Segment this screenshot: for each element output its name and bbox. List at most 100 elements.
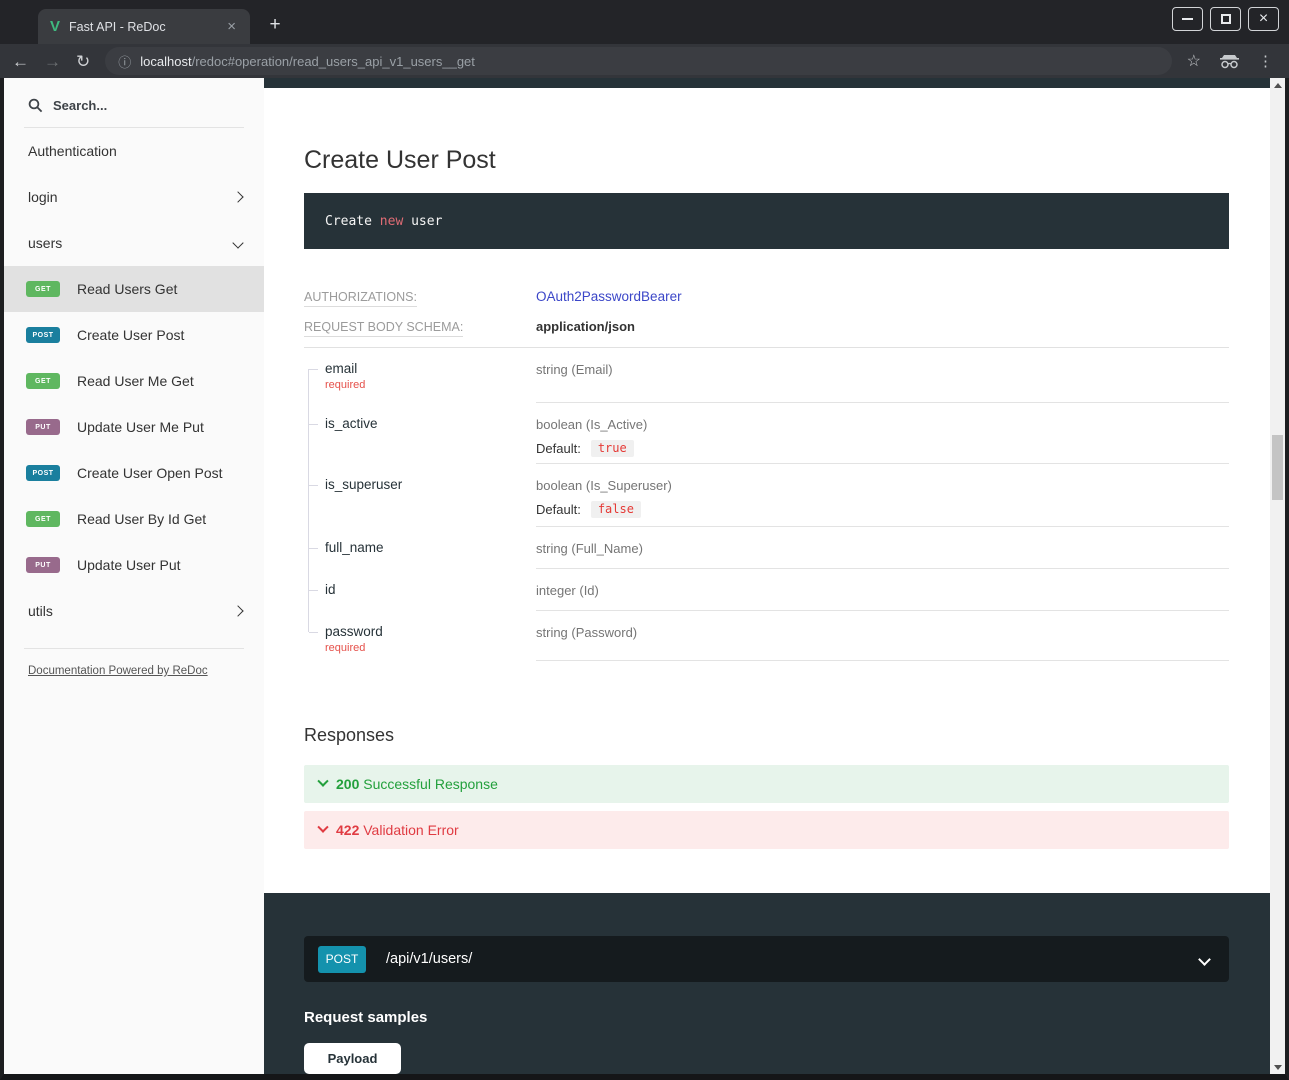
field-name-cell: id [304,569,536,611]
required-flag: required [325,379,536,391]
operation-description-code: Create new user [304,193,1229,249]
search-box[interactable]: Search... [4,78,264,113]
sidebar-op-update-user-me-put[interactable]: PUT Update User Me Put [4,404,264,450]
field-type-cell: string (Password) [536,611,1229,661]
sidebar-op-create-user-post[interactable]: POST Create User Post [4,312,264,358]
chevron-down-icon [232,237,243,248]
oauth2-link[interactable]: OAuth2PasswordBearer [536,289,682,304]
toolbar-right: ☆ ⋮ [1187,51,1277,71]
minimize-button[interactable] [1172,7,1203,31]
page-content: Search... Authentication login users GET… [0,78,1289,1080]
sidebar-item-label: Authentication [28,143,117,159]
previous-section-edge [264,78,1270,88]
search-icon [28,98,43,113]
chevron-right-icon [232,191,243,202]
sidebar-op-label: Update User Put [77,557,181,573]
page-scrollbar[interactable] [1270,78,1285,1074]
authorizations-row: AUTHORIZATIONS: OAuth2PasswordBearer [304,289,1229,304]
sidebar: Search... Authentication login users GET… [4,78,264,1074]
method-badge-post: POST [26,327,60,343]
bookmark-star-icon[interactable]: ☆ [1187,51,1201,71]
sidebar-op-label: Read User Me Get [77,373,194,389]
sidebar-op-label: Create User Open Post [77,465,223,481]
field-default: Default: false [536,501,1229,518]
sidebar-op-label: Update User Me Put [77,419,204,435]
sidebar-item-label: login [28,189,58,205]
sidebar-item-users[interactable]: users [4,220,264,266]
tab-close-icon[interactable]: × [223,17,240,36]
field-type-cell: boolean (Is_Superuser) Default: false [536,464,1229,527]
field-name: is_superuser [325,477,536,492]
browser-window: V Fast API - ReDoc × + × ← → ↻ ⓘ localho… [0,0,1289,1080]
payload-tab[interactable]: Payload [304,1043,401,1074]
maximize-button[interactable] [1210,7,1241,31]
back-icon[interactable]: ← [12,53,29,70]
field-name-cell: full_name [304,527,536,569]
content-type-value: application/json [536,319,635,334]
chevron-down-icon [317,822,328,833]
default-label: Default: [536,441,581,456]
response-422-panel[interactable]: 422 Validation Error [304,811,1229,849]
forward-icon[interactable]: → [44,53,61,70]
sidebar-op-read-user-me-get[interactable]: GET Read User Me Get [4,358,264,404]
schema-field-email: email required string (Email) [304,348,1229,403]
sidebar-item-authentication[interactable]: Authentication [4,128,264,174]
browser-tab[interactable]: V Fast API - ReDoc × [38,9,250,44]
schema-field-id: id integer (Id) [304,569,1229,611]
response-label: Successful Response [363,776,498,792]
response-label: Validation Error [363,822,458,838]
close-button[interactable]: × [1248,7,1279,31]
field-name: full_name [325,540,536,555]
redoc-footer-link[interactable]: Documentation Powered by ReDoc [28,665,264,677]
method-badge-put: PUT [26,419,60,435]
authorizations-label: AUTHORIZATIONS: [304,290,536,304]
sidebar-item-utils[interactable]: utils [4,588,264,634]
response-code: 200 [336,776,359,792]
url-host: localhost [140,54,191,69]
scrollbar-down-arrow[interactable] [1270,1060,1285,1074]
main-panel: Create User Post Create new user AUTHORI… [264,78,1270,1074]
tab-title: Fast API - ReDoc [69,20,214,34]
field-type: boolean (Is_Active) [536,417,1229,432]
scrollbar-up-arrow[interactable] [1270,78,1285,92]
sidebar-op-read-user-by-id-get[interactable]: GET Read User By Id Get [4,496,264,542]
browser-toolbar: ← → ↻ ⓘ localhost/redoc#operation/read_u… [0,44,1289,78]
sidebar-op-update-user-put[interactable]: PUT Update User Put [4,542,264,588]
method-badge-get: GET [26,281,60,297]
site-info-icon[interactable]: ⓘ [118,52,131,71]
field-name: is_active [325,416,536,431]
default-value-chip: false [591,501,641,518]
field-type: string (Password) [536,625,1229,640]
response-code: 422 [336,822,359,838]
endpoint-path: /api/v1/users/ [386,951,472,967]
field-name-cell: is_superuser [304,464,536,527]
method-badge-get: GET [26,511,60,527]
sidebar-op-label: Create User Post [77,327,184,343]
sidebar-item-login[interactable]: login [4,174,264,220]
menu-dots-icon[interactable]: ⋮ [1258,52,1273,70]
sidebar-item-label: utils [28,603,53,619]
reload-icon[interactable]: ↻ [76,53,90,70]
field-type-cell: integer (Id) [536,569,1229,611]
field-type: string (Email) [536,362,1229,377]
endpoint-dropdown[interactable]: POST /api/v1/users/ [304,936,1229,982]
url-bar[interactable]: ⓘ localhost/redoc#operation/read_users_a… [105,47,1171,75]
search-placeholder: Search... [53,98,107,113]
maximize-icon [1221,14,1231,24]
method-badge-put: PUT [26,557,60,573]
field-default: Default: true [536,440,1229,457]
response-text: 200 Successful Response [336,776,498,792]
response-200-panel[interactable]: 200 Successful Response [304,765,1229,803]
tab-strip: V Fast API - ReDoc × + × [0,0,1289,44]
sidebar-op-create-user-open-post[interactable]: POST Create User Open Post [4,450,264,496]
minimize-icon [1182,18,1193,20]
new-tab-button[interactable]: + [260,10,290,40]
scrollbar-thumb[interactable] [1272,435,1283,500]
triangle-up-icon [1274,83,1282,88]
request-schema: email required string (Email) is_active … [304,348,1229,661]
field-name: id [325,582,536,597]
triangle-down-icon [1274,1065,1282,1070]
code-text: Create new user [325,214,442,229]
close-icon: × [1259,11,1268,27]
sidebar-op-read-users-get[interactable]: GET Read Users Get [4,266,264,312]
